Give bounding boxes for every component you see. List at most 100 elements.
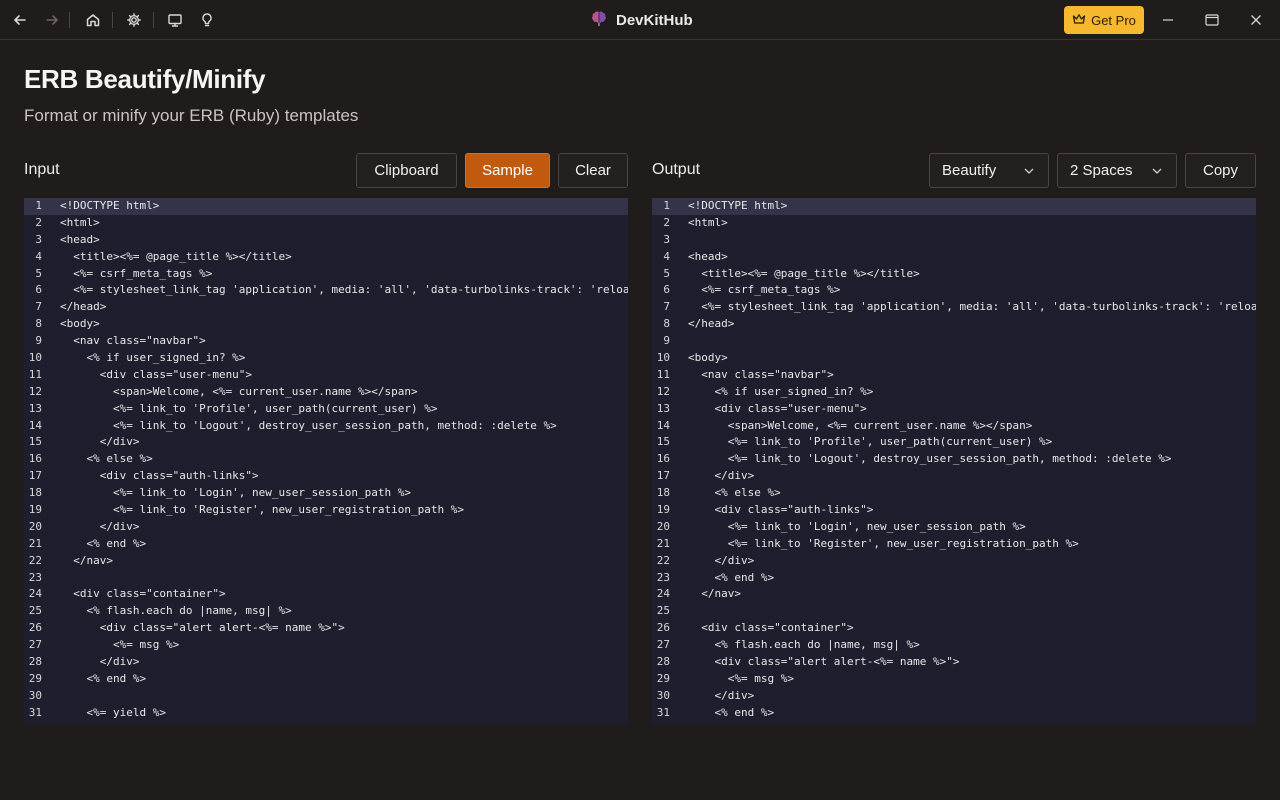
code-line[interactable]: 30 <box>24 688 628 705</box>
line-number: 10 <box>656 351 670 365</box>
code-line[interactable]: 16 <% else %> <box>24 451 628 468</box>
chevron-down-icon <box>1152 166 1162 176</box>
code-line[interactable]: 22 </div> <box>652 553 1256 570</box>
home-icon[interactable] <box>80 7 106 33</box>
clipboard-button[interactable]: Clipboard <box>356 153 457 188</box>
line-number: 6 <box>663 283 670 297</box>
arrow-right-icon[interactable] <box>39 7 65 33</box>
code-line[interactable]: 29 <%= msg %> <box>652 671 1256 688</box>
code-line[interactable]: 14 <span>Welcome, <%= current_user.name … <box>652 418 1256 435</box>
input-editor[interactable]: 1 <!DOCTYPE html> 2 <html> 3 <head> 4 <title><… <box>24 198 628 724</box>
code-text: <%= stylesheet_link_tag 'application', m… <box>688 300 1256 314</box>
code-line[interactable]: 27 <%= msg %> <box>24 637 628 654</box>
code-line[interactable]: 5 <%= csrf_meta_tags %> <box>24 266 628 283</box>
indent-select[interactable]: 2 Spaces <box>1057 153 1177 188</box>
code-line[interactable]: 31 <% end %> <box>652 705 1256 722</box>
code-line[interactable]: 22 </nav> <box>24 553 628 570</box>
code-line[interactable]: 4 <head> <box>652 249 1256 266</box>
code-line[interactable]: 30 </div> <box>652 688 1256 705</box>
code-line[interactable]: 15 <%= link_to 'Profile', user_path(curr… <box>652 434 1256 451</box>
gear-icon[interactable] <box>121 7 147 33</box>
indent-select-value: 2 Spaces <box>1070 162 1133 179</box>
monitor-icon[interactable] <box>162 7 188 33</box>
code-line[interactable]: 17 <div class="auth-links"> <box>24 468 628 485</box>
code-line[interactable]: 24 </nav> <box>652 586 1256 603</box>
code-line[interactable]: 28 </div> <box>24 654 628 671</box>
code-line[interactable]: 10 <% if user_signed_in? %> <box>24 350 628 367</box>
code-line[interactable]: 15 </div> <box>24 434 628 451</box>
code-line[interactable]: 26 <div class="container"> <box>652 620 1256 637</box>
close-icon[interactable] <box>1244 8 1268 32</box>
code-line[interactable]: 19 <div class="auth-links"> <box>652 502 1256 519</box>
code-text: </nav> <box>688 587 741 601</box>
line-number: 18 <box>656 486 670 500</box>
code-line[interactable]: 18 <% else %> <box>652 485 1256 502</box>
code-line[interactable]: 8 </head> <box>652 316 1256 333</box>
code-line[interactable]: 20 </div> <box>24 519 628 536</box>
code-text: <%= link_to 'Register', new_user_registr… <box>688 536 1079 550</box>
code-line[interactable]: 16 <%= link_to 'Logout', destroy_user_se… <box>652 451 1256 468</box>
code-line[interactable]: 8 <body> <box>24 316 628 333</box>
code-line[interactable]: 5 <title><%= @page_title %></title> <box>652 266 1256 283</box>
code-line[interactable]: 27 <% flash.each do |name, msg| %> <box>652 637 1256 654</box>
code-line[interactable]: 2 <html> <box>24 215 628 232</box>
output-editor[interactable]: 1 <!DOCTYPE html> 2 <html> 3 4 <head> 5 <title>… <box>652 198 1256 724</box>
code-line[interactable]: 3 <box>652 232 1256 249</box>
code-text: </div> <box>688 469 755 483</box>
code-line[interactable]: 4 <title><%= @page_title %></title> <box>24 249 628 266</box>
code-line[interactable]: 28 <div class="alert alert-<%= name %>"> <box>652 654 1256 671</box>
code-line[interactable]: 10 <body> <box>652 350 1256 367</box>
code-line[interactable]: 17 </div> <box>652 468 1256 485</box>
code-text: <nav class="navbar"> <box>688 367 834 381</box>
code-text: <div class="alert alert-<%= name %>"> <box>60 621 345 635</box>
code-line[interactable]: 3 <head> <box>24 232 628 249</box>
code-line[interactable]: 18 <%= link_to 'Login', new_user_session… <box>24 485 628 502</box>
line-number: 21 <box>656 536 670 550</box>
code-line[interactable]: 31 <%= yield %> <box>24 705 628 722</box>
code-line[interactable]: 7 </head> <box>24 299 628 316</box>
line-number: 4 <box>663 249 670 263</box>
get-pro-button[interactable]: Get Pro <box>1064 6 1144 34</box>
maximize-icon[interactable] <box>1200 8 1224 32</box>
code-text: </div> <box>60 519 140 533</box>
code-line[interactable]: 25 <% flash.each do |name, msg| %> <box>24 603 628 620</box>
code-line[interactable]: 26 <div class="alert alert-<%= name %>"> <box>24 620 628 637</box>
app-title-text: DevKitHub <box>616 11 693 29</box>
code-line[interactable]: 29 <% end %> <box>24 671 628 688</box>
code-line[interactable]: 11 <div class="user-menu"> <box>24 367 628 384</box>
code-line[interactable]: 25 <box>652 603 1256 620</box>
code-line[interactable]: 6 <%= stylesheet_link_tag 'application',… <box>24 282 628 299</box>
arrow-left-icon[interactable] <box>7 7 33 33</box>
code-line[interactable]: 20 <%= link_to 'Login', new_user_session… <box>652 519 1256 536</box>
code-line[interactable]: 14 <%= link_to 'Logout', destroy_user_se… <box>24 418 628 435</box>
code-line[interactable]: 13 <%= link_to 'Profile', user_path(curr… <box>24 401 628 418</box>
code-line[interactable]: 11 <nav class="navbar"> <box>652 367 1256 384</box>
code-line[interactable]: 1 <!DOCTYPE html> <box>24 198 628 215</box>
code-line[interactable]: 7 <%= stylesheet_link_tag 'application',… <box>652 299 1256 316</box>
line-number: 15 <box>656 435 670 449</box>
code-line[interactable]: 23 <% end %> <box>652 570 1256 587</box>
chevron-down-icon <box>1024 166 1034 176</box>
code-line[interactable]: 21 <%= link_to 'Register', new_user_regi… <box>652 536 1256 553</box>
lightbulb-icon[interactable] <box>194 7 220 33</box>
mode-select[interactable]: Beautify <box>929 153 1049 188</box>
code-line[interactable]: 9 <box>652 333 1256 350</box>
code-line[interactable]: 21 <% end %> <box>24 536 628 553</box>
code-line[interactable]: 6 <%= csrf_meta_tags %> <box>652 282 1256 299</box>
code-line[interactable]: 9 <nav class="navbar"> <box>24 333 628 350</box>
code-line[interactable]: 2 <html> <box>652 215 1256 232</box>
code-line[interactable]: 1 <!DOCTYPE html> <box>652 198 1256 215</box>
code-line[interactable]: 23 <box>24 570 628 587</box>
copy-button[interactable]: Copy <box>1185 153 1256 188</box>
clear-button[interactable]: Clear <box>558 153 628 188</box>
code-text: <nav class="navbar"> <box>60 334 206 348</box>
sample-button[interactable]: Sample <box>465 153 550 188</box>
line-number: 19 <box>28 503 42 517</box>
code-line[interactable]: 13 <div class="user-menu"> <box>652 401 1256 418</box>
title-bar: DevKitHub Get Pro <box>0 0 1280 40</box>
code-line[interactable]: 24 <div class="container"> <box>24 586 628 603</box>
code-line[interactable]: 12 <span>Welcome, <%= current_user.name … <box>24 384 628 401</box>
minimize-icon[interactable] <box>1156 8 1180 32</box>
code-line[interactable]: 19 <%= link_to 'Register', new_user_regi… <box>24 502 628 519</box>
code-line[interactable]: 12 <% if user_signed_in? %> <box>652 384 1256 401</box>
